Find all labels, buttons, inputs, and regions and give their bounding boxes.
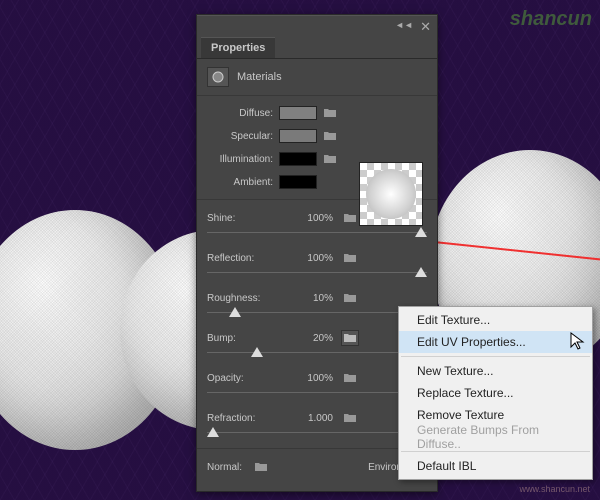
- materials-section-header: Materials: [197, 59, 437, 96]
- materials-icon: [207, 67, 229, 87]
- roughness-texture-button[interactable]: [341, 290, 359, 306]
- menu-edit-texture[interactable]: Edit Texture...: [399, 309, 592, 331]
- menu-separator: [401, 356, 590, 357]
- normal-label: Normal:: [207, 462, 242, 473]
- specular-swatch[interactable]: [279, 129, 317, 143]
- collapse-icon[interactable]: ◄◄: [395, 20, 413, 30]
- watermark-url: www.shancun.net: [519, 484, 590, 494]
- shine-value[interactable]: 100%: [279, 213, 337, 224]
- properties-tab[interactable]: Properties: [201, 37, 275, 58]
- reflection-value[interactable]: 100%: [279, 253, 337, 264]
- bump-value[interactable]: 20%: [279, 333, 337, 344]
- section-title: Materials: [237, 71, 282, 83]
- ambient-label: Ambient:: [207, 177, 279, 188]
- roughness-label: Roughness:: [207, 293, 279, 304]
- illumination-label: Illumination:: [207, 154, 279, 165]
- refraction-texture-button[interactable]: [341, 410, 359, 426]
- diffuse-swatch[interactable]: [279, 106, 317, 120]
- bump-texture-button[interactable]: [341, 330, 359, 346]
- panel-titlebar: ◄◄ ✕: [197, 15, 437, 37]
- texture-preview[interactable]: [359, 162, 423, 226]
- ambient-swatch[interactable]: [279, 175, 317, 189]
- menu-generate-bumps: Generate Bumps From Diffuse..: [399, 426, 592, 448]
- menu-replace-texture[interactable]: Replace Texture...: [399, 382, 592, 404]
- diffuse-texture-button[interactable]: [321, 105, 339, 121]
- illumination-swatch[interactable]: [279, 152, 317, 166]
- specular-texture-button[interactable]: [321, 128, 339, 144]
- texture-context-menu: Edit Texture... Edit UV Properties... Ne…: [398, 306, 593, 480]
- shine-texture-button[interactable]: [341, 210, 359, 226]
- close-icon[interactable]: ✕: [420, 19, 431, 35]
- roughness-value[interactable]: 10%: [279, 293, 337, 304]
- reflection-texture-button[interactable]: [341, 250, 359, 266]
- diffuse-label: Diffuse:: [207, 108, 279, 119]
- watermark: shancun: [510, 8, 592, 31]
- refraction-value[interactable]: 1.000: [279, 413, 337, 424]
- shine-label: Shine:: [207, 213, 279, 224]
- refraction-label: Refraction:: [207, 413, 279, 424]
- illumination-texture-button[interactable]: [321, 151, 339, 167]
- opacity-value[interactable]: 100%: [279, 373, 337, 384]
- normal-texture-button[interactable]: [252, 459, 270, 475]
- opacity-texture-button[interactable]: [341, 370, 359, 386]
- menu-default-ibl[interactable]: Default IBL: [399, 455, 592, 477]
- reflection-label: Reflection:: [207, 253, 279, 264]
- bump-label: Bump:: [207, 333, 279, 344]
- specular-label: Specular:: [207, 131, 279, 142]
- menu-new-texture[interactable]: New Texture...: [399, 360, 592, 382]
- menu-separator: [401, 451, 590, 452]
- menu-edit-uv-properties[interactable]: Edit UV Properties...: [399, 331, 592, 353]
- opacity-label: Opacity:: [207, 373, 279, 384]
